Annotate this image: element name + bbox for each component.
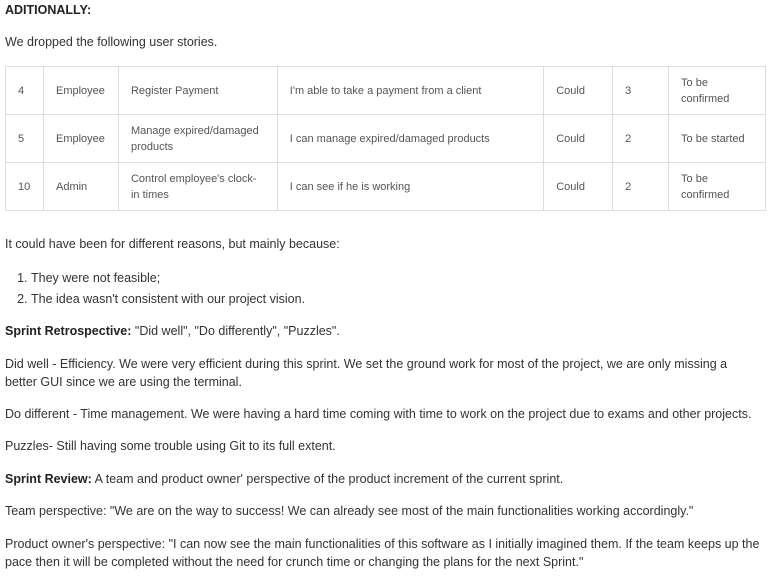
reasons-intro: It could have been for different reasons… bbox=[5, 237, 340, 251]
cell-status: To be confirmed bbox=[668, 66, 766, 115]
cell-story: I can manage expired/damaged products bbox=[276, 114, 545, 163]
cell-points: 2 bbox=[612, 114, 670, 163]
review-line: Sprint Review: A team and product owner'… bbox=[5, 470, 563, 488]
cell-story: I'm able to take a payment from a client bbox=[276, 66, 545, 115]
cell-title: Manage expired/damaged products bbox=[117, 114, 278, 163]
owner-perspective-line-2: pace then it will be completed without t… bbox=[5, 555, 584, 569]
review-text: A team and product owner' perspective of… bbox=[91, 472, 564, 486]
cell-role: Admin bbox=[42, 162, 119, 211]
cell-status: To be confirmed bbox=[668, 162, 766, 211]
cell-priority: Could bbox=[543, 162, 614, 211]
cell-id: 10 bbox=[5, 162, 44, 211]
retrospective-text: "Did well", "Do differently", "Puzzles". bbox=[131, 324, 340, 338]
dropped-stories-table: 4 Employee Register Payment I'm able to tak… bbox=[5, 66, 766, 211]
cell-title: Register Payment bbox=[117, 66, 278, 115]
team-perspective-text: Team perspective: "We are on the way to … bbox=[5, 504, 694, 518]
cell-status: To be started bbox=[668, 114, 766, 163]
cell-priority: Could bbox=[543, 114, 614, 163]
cell-id: 4 bbox=[5, 66, 44, 115]
did-well-line-2: better GUI since we are using the termin… bbox=[5, 375, 242, 389]
owner-perspective-line-1: Product owner's perspective: "I can now … bbox=[5, 537, 760, 551]
cell-role: Employee bbox=[42, 114, 119, 163]
reason-item: They were not feasible; bbox=[31, 268, 305, 289]
intro-text: We dropped the following user stories. bbox=[5, 35, 218, 49]
cell-points: 3 bbox=[612, 66, 670, 115]
retrospective-label: Sprint Retrospective: bbox=[5, 324, 132, 338]
cell-story: I can see if he is working bbox=[276, 162, 545, 211]
section-heading: ADITIONALLY: bbox=[5, 3, 92, 17]
reasons-list: They were not feasible; The idea wasn't … bbox=[0, 268, 305, 310]
review-label: Sprint Review: bbox=[5, 472, 92, 486]
cell-role: Employee bbox=[42, 66, 119, 115]
puzzles-text: Puzzles- Still having some trouble using… bbox=[5, 439, 336, 453]
retrospective-line: Sprint Retrospective: "Did well", "Do di… bbox=[5, 322, 340, 340]
cell-id: 5 bbox=[5, 114, 44, 163]
table-row: 4 Employee Register Payment I'm able to tak… bbox=[5, 66, 766, 115]
table-row: 5 Employee Manage expired/damaged products… bbox=[5, 114, 766, 163]
document-page: ADITIONALLY: We dropped the following us… bbox=[0, 0, 773, 581]
cell-title: Control employee's clock-in times bbox=[117, 162, 278, 211]
reason-item: The idea wasn't consistent with our proj… bbox=[31, 289, 305, 310]
cell-points: 2 bbox=[612, 162, 670, 211]
cell-priority: Could bbox=[543, 66, 614, 115]
do-different-text: Do different - Time management. We were … bbox=[5, 407, 752, 421]
did-well-line-1: Did well - Efficiency. We were very effi… bbox=[5, 357, 728, 371]
table-row: 10 Admin Control employee's clock-in times… bbox=[5, 162, 766, 211]
